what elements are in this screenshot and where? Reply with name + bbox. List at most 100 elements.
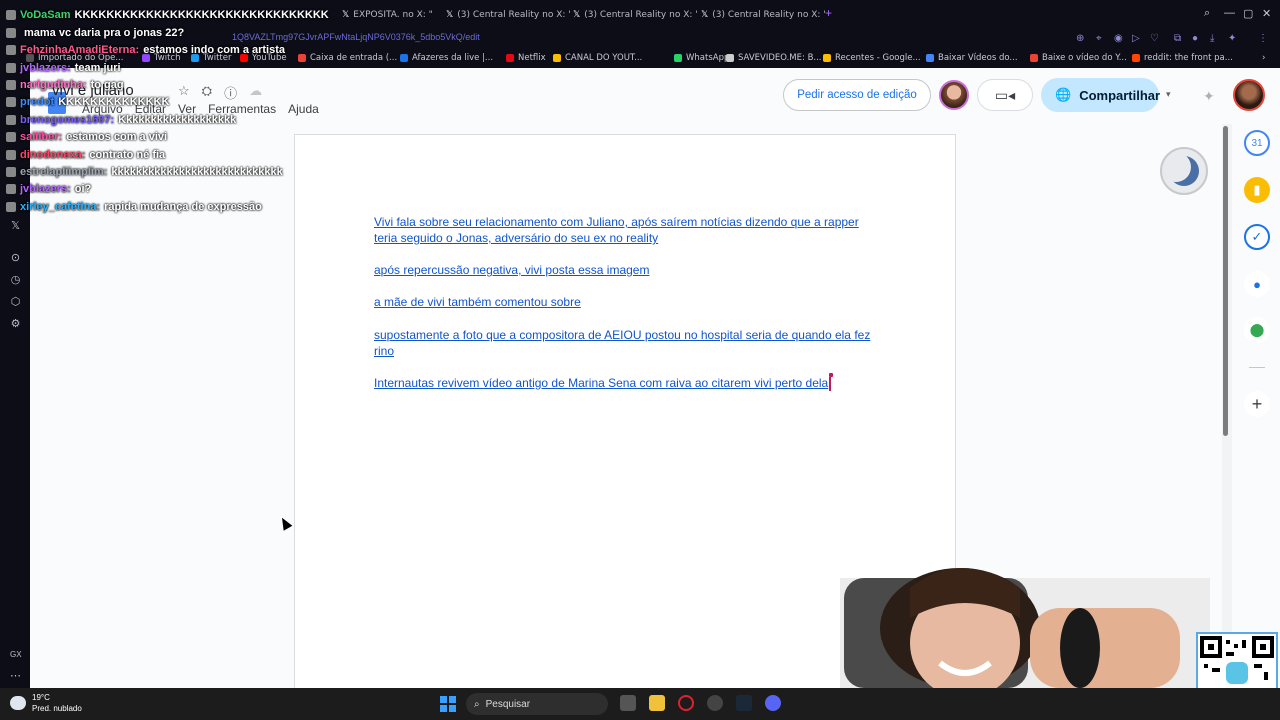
bookmark-label: WhatsApp bbox=[686, 53, 730, 63]
search-icon: ⌕ bbox=[474, 698, 480, 710]
gemini-icon[interactable]: ✦ bbox=[1203, 88, 1215, 105]
add-icon[interactable]: + bbox=[1244, 391, 1270, 417]
new-tab-button[interactable]: + bbox=[825, 6, 832, 20]
chat-text: team juri bbox=[74, 62, 121, 74]
weather-widget[interactable]: 19°C Pred. nublado bbox=[10, 692, 82, 714]
chat-text: kkkkkkkkkkkkkkkkkkkkkkkkkkkk bbox=[111, 166, 283, 178]
pin-icon[interactable]: ⌖ bbox=[1096, 33, 1102, 44]
contacts-icon[interactable]: ● bbox=[1244, 271, 1270, 297]
share-button[interactable]: 🌐 Compartilhar bbox=[1041, 78, 1161, 112]
more-icon[interactable]: ⋮ bbox=[1258, 33, 1268, 44]
share-dropdown-icon[interactable]: ▾ bbox=[1166, 89, 1171, 100]
bookmark-label: Baixe o vídeo do Y... bbox=[1042, 53, 1127, 63]
chat-username: dinodonexa: bbox=[20, 149, 86, 161]
browser-tab[interactable]: 𝕏 (3) Central Reality no X: ' bbox=[573, 6, 698, 24]
chat-badge-icon bbox=[6, 167, 16, 177]
share-label: Compartilhar bbox=[1079, 87, 1161, 103]
video-camera-icon: ▭◂ bbox=[994, 86, 1016, 103]
taskbar-search[interactable]: ⌕ Pesquisar bbox=[466, 693, 608, 715]
bookmark-item[interactable]: WhatsApp bbox=[674, 53, 729, 63]
chat-badge-icon bbox=[6, 132, 16, 142]
chat-message: narigudinha: to gag bbox=[6, 79, 124, 91]
chat-message: jvblazers: team juri bbox=[6, 62, 121, 74]
camera-icon[interactable]: ◉ bbox=[1114, 33, 1123, 44]
close-window-icon[interactable]: ✕ bbox=[1262, 7, 1271, 20]
chat-username: VoDaSam bbox=[20, 9, 71, 21]
bookmark-label: Netflix bbox=[518, 53, 546, 63]
scrollbar-thumb[interactable] bbox=[1223, 126, 1228, 436]
player-icon[interactable]: ⊙ bbox=[9, 252, 22, 265]
bookmark-favicon-icon bbox=[926, 54, 934, 62]
bookmark-item[interactable]: reddit: the front pa... bbox=[1132, 53, 1233, 63]
chat-text: estamos indo com a artista bbox=[143, 44, 286, 56]
bookmark-label: CANAL DO YOUT... bbox=[565, 53, 643, 63]
keep-icon[interactable]: ▮ bbox=[1244, 177, 1270, 203]
minimize-icon[interactable]: — bbox=[1224, 7, 1235, 19]
moon-icon bbox=[1169, 156, 1199, 186]
start-button[interactable] bbox=[440, 696, 456, 712]
collaborator-avatar[interactable] bbox=[939, 80, 969, 110]
doc-link-4[interactable]: supostamente a foto que a compositora de… bbox=[374, 327, 874, 359]
browser-tab[interactable]: 𝕏 (3) Central Reality no X: ' bbox=[446, 6, 571, 24]
file-explorer-icon[interactable] bbox=[649, 695, 665, 711]
ai-icon[interactable]: ✦ bbox=[1228, 33, 1236, 44]
zoom-icon[interactable]: ⊕ bbox=[1076, 33, 1084, 44]
chat-message: dinodonexa: contrato né fia bbox=[6, 149, 165, 161]
chat-text: KKKKKKKKKKKKKKKKKKKKKKKKKKKKKKKK bbox=[74, 9, 329, 21]
bookmark-item[interactable]: CANAL DO YOUT... bbox=[553, 53, 642, 63]
maps-icon[interactable]: ⬤ bbox=[1244, 317, 1270, 343]
doc-link-5[interactable]: Internautas revivem vídeo antigo de Mari… bbox=[374, 372, 874, 391]
tab-label: (3) Central Reality no X: ' bbox=[712, 10, 826, 20]
play-icon[interactable]: ▷ bbox=[1132, 33, 1140, 44]
chat-text: mama vc daria pra o jonas 22? bbox=[24, 27, 185, 39]
user-avatar[interactable] bbox=[1233, 79, 1265, 111]
browser-tab[interactable]: 𝕏 (3) Central Reality no X: ' bbox=[701, 6, 826, 24]
bookmark-item[interactable]: Baixe o vídeo do Y... bbox=[1030, 53, 1127, 63]
doc-link-3[interactable]: a mãe de vivi também comentou sobre bbox=[374, 294, 874, 310]
chat-text: contrato né fia bbox=[89, 149, 166, 161]
doc-link-2[interactable]: após repercussão negativa, vivi posta es… bbox=[374, 262, 874, 278]
bookmark-favicon-icon bbox=[674, 54, 682, 62]
chat-username: jvblazers: bbox=[20, 183, 71, 195]
browser-tab[interactable]: 𝕏 EXPOSITA. no X: " bbox=[342, 6, 433, 24]
extensions-icon[interactable]: ⧉ bbox=[1174, 33, 1181, 44]
chat-badge-icon bbox=[6, 45, 16, 55]
obs-icon[interactable] bbox=[707, 695, 723, 711]
bookmark-item[interactable]: Recentes - Google... bbox=[823, 53, 921, 63]
bookmark-item[interactable]: Baixar Vídeos do... bbox=[926, 53, 1018, 63]
doc-link-1[interactable]: Vivi fala sobre seu relacionamento com J… bbox=[374, 214, 874, 246]
download-icon[interactable]: ⤓ bbox=[1210, 33, 1214, 44]
settings-icon[interactable]: ⚙ bbox=[9, 318, 22, 331]
bookmarks-more-icon[interactable]: › bbox=[1262, 53, 1265, 63]
dark-mode-toggle[interactable] bbox=[1160, 147, 1208, 195]
request-edit-button[interactable]: Pedir acesso de edição bbox=[783, 79, 931, 111]
chat-text: estamos com a vivi bbox=[66, 131, 168, 143]
bookmark-item[interactable]: Netflix bbox=[506, 53, 546, 63]
history-icon[interactable]: ◷ bbox=[9, 274, 22, 287]
task-view-icon[interactable] bbox=[620, 695, 636, 711]
extensions-side-icon[interactable]: ⬡ bbox=[9, 296, 22, 309]
doc-link-5-text[interactable]: Internautas revivem vídeo antigo de Mari… bbox=[374, 376, 828, 390]
bookmark-item[interactable]: Afazeres da live |... bbox=[400, 53, 493, 63]
chat-text: KKKKKKKKKKKKKK bbox=[58, 96, 170, 108]
bookmark-favicon-icon bbox=[1030, 54, 1038, 62]
opera-gx-icon[interactable] bbox=[678, 695, 694, 711]
bookmark-item[interactable]: SAVEVIDEO.ME: B... bbox=[726, 53, 822, 63]
x-favicon-icon: 𝕏 bbox=[446, 10, 454, 20]
x-twitter-icon[interactable]: 𝕏 bbox=[9, 220, 22, 233]
tab-label: (3) Central Reality no X: ' bbox=[584, 10, 698, 20]
maximize-icon[interactable]: ▢ bbox=[1243, 7, 1253, 20]
steam-icon[interactable] bbox=[736, 695, 752, 711]
heart-icon[interactable]: ♡ bbox=[1150, 33, 1159, 44]
chat-message: FehzinhaAmadiEterna: estamos indo com a a… bbox=[6, 44, 285, 56]
profile-icon[interactable]: ● bbox=[1192, 33, 1198, 44]
taskbar-search-label: Pesquisar bbox=[485, 698, 531, 710]
calendar-icon[interactable]: 31 bbox=[1244, 130, 1270, 156]
search-tabs-icon[interactable]: ⌕ bbox=[1204, 7, 1210, 20]
chat-badge-icon bbox=[6, 28, 16, 38]
tab-label: EXPOSITA. no X: " bbox=[353, 10, 433, 20]
tasks-icon[interactable]: ✓ bbox=[1244, 224, 1270, 250]
meet-button[interactable]: ▭◂ bbox=[977, 79, 1033, 111]
sidebar-more-icon[interactable]: ⋯ bbox=[9, 670, 22, 683]
discord-icon[interactable] bbox=[765, 695, 781, 711]
